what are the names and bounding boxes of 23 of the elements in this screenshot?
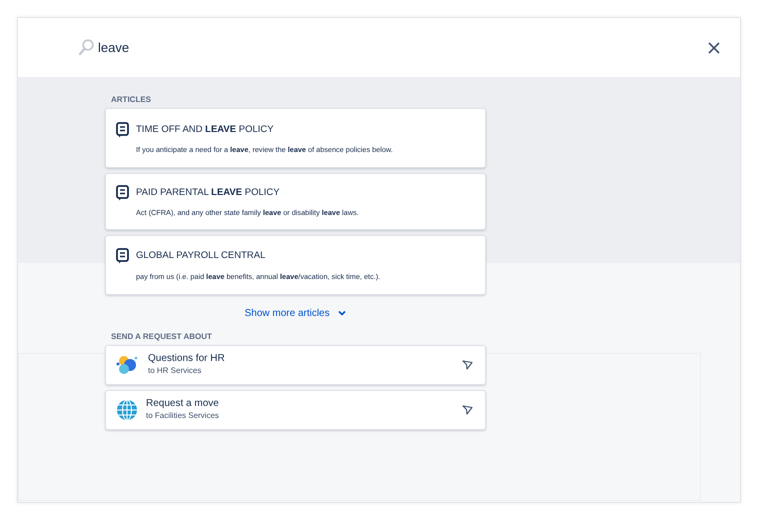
send-icon [462, 404, 473, 415]
article-title: PAID PARENTAL LEAVE POLICY [136, 186, 281, 200]
document-icon [116, 122, 129, 138]
send-icon [462, 360, 473, 370]
request-subtitle: to HR Services [148, 365, 202, 376]
document-icon [116, 248, 129, 264]
request-type[interactable]: Request a move to Facilities Services [105, 390, 486, 430]
search-icon [78, 39, 94, 56]
request-type[interactable]: Questions for HR to HR Services [105, 344, 486, 385]
section-heading: SEND A REQUEST ABOUT [110, 330, 213, 343]
show-more-link[interactable]: Show more articles [238, 302, 352, 324]
search-field[interactable]: leave [94, 38, 294, 58]
globe-icon [116, 398, 138, 421]
request-subtitle: to Facilities Services [146, 410, 219, 422]
article-title: GLOBAL PAYROLL CENTRAL [136, 249, 266, 264]
chat-bubbles-icon [116, 354, 140, 376]
section-heading: ARTICLES [110, 94, 152, 106]
article-title: TIME OFF AND LEAVE POLICY [136, 123, 275, 137]
request-title: Request a move [146, 398, 219, 410]
request-title: Questions for HR [148, 353, 225, 366]
close-button[interactable] [706, 40, 722, 56]
document-icon [116, 185, 129, 202]
chevron-down-icon [338, 310, 346, 316]
